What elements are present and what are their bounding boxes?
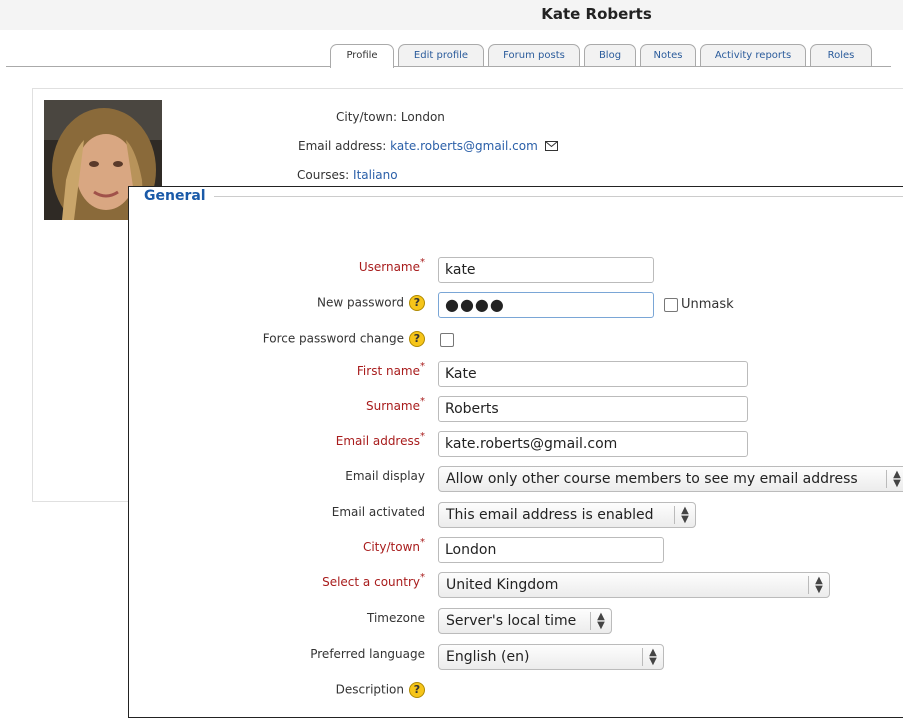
email-display-select[interactable]: Allow only other course members to see m… bbox=[438, 466, 903, 492]
general-section-title[interactable]: General bbox=[144, 188, 206, 204]
profile-courses-row: Courses: Italiano bbox=[297, 168, 398, 182]
preferred-language-select[interactable]: English (en) ▲ ▼ bbox=[438, 644, 664, 670]
surname-label: Surname* bbox=[366, 396, 425, 413]
tab-roles[interactable]: Roles bbox=[810, 44, 872, 66]
email-activated-label: Email activated bbox=[331, 505, 425, 519]
tab-forum-posts[interactable]: Forum posts bbox=[488, 44, 580, 66]
profile-city-value: London bbox=[400, 110, 445, 124]
select-country-label: Select a country* bbox=[322, 572, 425, 589]
tab-edit-profile[interactable]: Edit profile bbox=[398, 44, 484, 66]
legend-divider bbox=[214, 196, 903, 197]
force-password-change-checkbox[interactable] bbox=[440, 333, 454, 347]
new-password-input[interactable]: ●●●● bbox=[438, 292, 654, 318]
force-password-change-label: Force password change? bbox=[263, 331, 425, 347]
mail-icon[interactable] bbox=[544, 140, 558, 154]
city-town-label: City/town* bbox=[362, 537, 425, 554]
profile-city-row: City/town: London bbox=[336, 110, 445, 124]
required-icon: * bbox=[420, 361, 425, 372]
email-display-label: Email display bbox=[345, 469, 425, 483]
profile-course-link[interactable]: Italiano bbox=[353, 168, 398, 182]
select-arrows-icon: ▲ ▼ bbox=[886, 470, 903, 489]
profile-email-label: Email address: bbox=[298, 139, 387, 153]
preferred-language-label: Preferred language bbox=[310, 647, 425, 661]
page-title: Kate Roberts bbox=[0, 0, 903, 30]
required-icon: * bbox=[420, 257, 425, 268]
description-label: Description? bbox=[336, 682, 425, 698]
username-label: Username* bbox=[358, 257, 425, 274]
surname-input[interactable]: Roberts bbox=[438, 396, 748, 422]
help-icon[interactable]: ? bbox=[409, 295, 425, 311]
timezone-label: Timezone bbox=[367, 611, 425, 625]
new-password-label: New password? bbox=[317, 295, 425, 311]
tab-notes[interactable]: Notes bbox=[640, 44, 696, 66]
required-icon: * bbox=[420, 396, 425, 407]
select-arrows-icon: ▲ ▼ bbox=[808, 576, 829, 595]
select-arrows-icon: ▲ ▼ bbox=[590, 612, 611, 631]
email-address-label: Email address* bbox=[335, 431, 425, 448]
unmask-checkbox[interactable] bbox=[664, 298, 678, 312]
timezone-select[interactable]: Server's local time ▲ ▼ bbox=[438, 608, 612, 634]
help-icon[interactable]: ? bbox=[409, 331, 425, 347]
profile-email-row: Email address: kate.roberts@gmail.com bbox=[298, 139, 558, 154]
help-icon[interactable]: ? bbox=[409, 682, 425, 698]
first-name-input[interactable]: Kate bbox=[438, 361, 748, 387]
city-town-input[interactable]: London bbox=[438, 537, 664, 563]
profile-courses-label: Courses: bbox=[297, 168, 350, 182]
required-icon: * bbox=[420, 537, 425, 548]
tab-profile[interactable]: Profile bbox=[330, 44, 394, 68]
tab-activity-reports[interactable]: Activity reports bbox=[700, 44, 806, 66]
required-icon: * bbox=[420, 431, 425, 442]
required-icon: * bbox=[420, 572, 425, 583]
tab-blog[interactable]: Blog bbox=[584, 44, 636, 66]
profile-email-link[interactable]: kate.roberts@gmail.com bbox=[390, 139, 538, 153]
email-address-input[interactable]: kate.roberts@gmail.com bbox=[438, 431, 748, 457]
first-name-label: First name* bbox=[356, 361, 425, 378]
select-arrows-icon: ▲ ▼ bbox=[642, 648, 663, 667]
username-input[interactable]: kate bbox=[438, 257, 654, 283]
country-select[interactable]: United Kingdom ▲ ▼ bbox=[438, 572, 830, 598]
profile-city-label: City/town: bbox=[336, 110, 398, 124]
unmask-label[interactable]: Unmask bbox=[681, 297, 734, 312]
tab-divider bbox=[6, 66, 891, 67]
email-activated-select[interactable]: This email address is enabled ▲ ▼ bbox=[438, 502, 696, 528]
select-arrows-icon: ▲ ▼ bbox=[674, 506, 695, 525]
